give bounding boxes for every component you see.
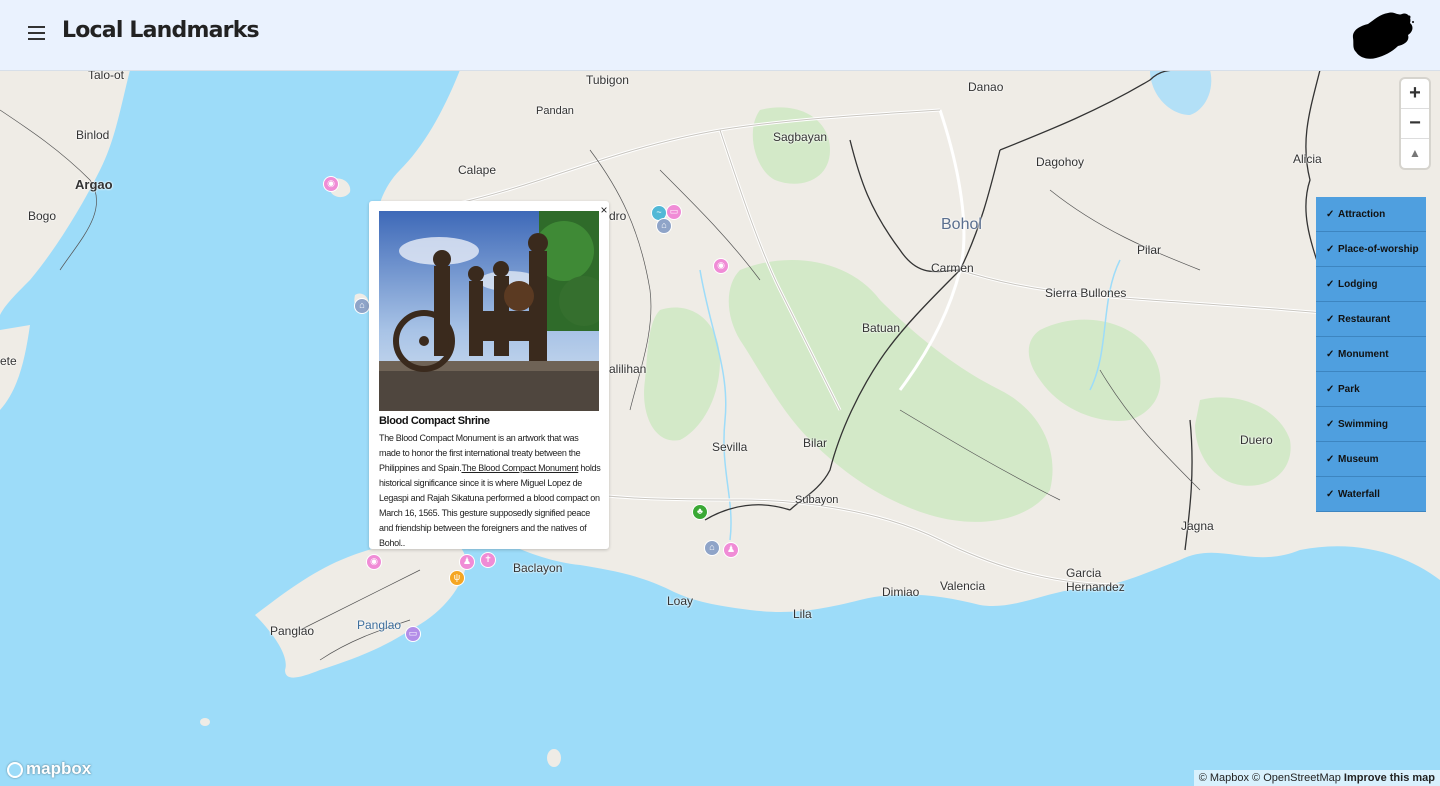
place-label: Dimiao (882, 585, 920, 599)
place-label: Calape (458, 163, 497, 177)
description-text: holds historical significance since it i… (379, 463, 601, 548)
checkmark-icon: ✓ (1326, 419, 1335, 430)
filter-restaurant[interactable]: ✓ Restaurant (1316, 302, 1426, 337)
checkmark-icon: ✓ (1326, 349, 1335, 360)
place-label: Pilar (1137, 243, 1162, 257)
zoom-controls: + − ▲ (1401, 79, 1429, 168)
museum-icon[interactable]: ⌂ (354, 298, 370, 314)
place-label: Jagna (1181, 519, 1214, 533)
checkmark-icon: ✓ (1326, 209, 1335, 220)
checkmark-icon: ✓ (1326, 384, 1335, 395)
church-icon[interactable]: ✝ (480, 552, 496, 568)
place-label: Tubigon (586, 73, 629, 87)
zoom-out-button[interactable]: − (1401, 109, 1429, 139)
top-bar: Local Landmarks (0, 0, 1440, 71)
filter-label: Museum (1338, 454, 1379, 465)
place-label: ete (0, 354, 17, 368)
filter-label: Restaurant (1338, 314, 1391, 325)
close-icon[interactable]: × (599, 203, 609, 217)
landmark-title: Blood Compact Shrine (379, 415, 490, 427)
place-label: dro (609, 209, 627, 223)
zoom-in-button[interactable]: + (1401, 79, 1429, 109)
place-label: Duero (1240, 433, 1273, 447)
filter-label: Attraction (1338, 209, 1386, 220)
place-label: Pandan (536, 105, 574, 117)
filter-label: Monument (1338, 349, 1389, 360)
filter-label: Place-of-worship (1338, 244, 1419, 255)
place-label: Alicia (1293, 152, 1322, 166)
place-label: Sierra Bullones (1045, 286, 1127, 300)
checkmark-icon: ✓ (1326, 314, 1335, 325)
checkmark-icon: ✓ (1326, 244, 1335, 255)
place-label: Bilar (803, 436, 828, 450)
place-label: Bogo (28, 209, 57, 223)
filter-label: Park (1338, 384, 1360, 395)
place-label: Batuan (862, 321, 901, 335)
place-label: Argao (75, 177, 113, 192)
place-label: Sevilla (712, 440, 748, 454)
place-label: Binlod (76, 128, 110, 142)
monument-icon[interactable]: ♟ (459, 554, 475, 570)
place-label: Valencia (940, 579, 986, 593)
checkmark-icon: ✓ (1326, 279, 1335, 290)
museum-icon[interactable]: ⌂ (704, 540, 720, 556)
compass-icon[interactable]: ▲ (1401, 139, 1429, 168)
mapbox-ring-icon (7, 761, 23, 778)
hamburger-icon[interactable] (22, 22, 50, 50)
province-label: Bohol (941, 216, 982, 233)
place-label: Dagohoy (1036, 155, 1085, 169)
filter-waterfall[interactable]: ✓ Waterfall (1316, 477, 1426, 512)
bed-icon[interactable]: ▭ (666, 204, 682, 220)
filter-attraction[interactable]: ✓ Attraction (1316, 197, 1426, 232)
place-label: Lila (793, 607, 812, 621)
filter-swimming[interactable]: ✓ Swimming (1316, 407, 1426, 442)
bed-icon[interactable]: ▭ (405, 626, 421, 642)
filter-park[interactable]: ✓ Park (1316, 372, 1426, 407)
place-label: Sagbayan (773, 130, 828, 144)
place-label: alilihan (609, 362, 647, 376)
mapbox-logo[interactable]: mapbox (7, 759, 91, 779)
attribution-text: © Mapbox © OpenStreetMap (1198, 772, 1341, 784)
place-label: Panglao (357, 618, 402, 632)
landmark-photo (379, 211, 599, 411)
restaurant-icon[interactable]: ψ (449, 570, 465, 586)
place-label: Panglao (270, 624, 315, 638)
bohol-island-icon (1350, 8, 1416, 67)
checkmark-icon: ✓ (1326, 454, 1335, 465)
category-filter-list: ✓ Attraction ✓ Place-of-worship ✓ Lodging ✓… (1316, 197, 1426, 512)
filter-place-of-worship[interactable]: ✓ Place-of-worship (1316, 232, 1426, 267)
camera-icon[interactable]: ◉ (713, 258, 729, 274)
place-label: Garcia Hernandez (1066, 566, 1125, 594)
place-label: Loay (667, 594, 694, 608)
place-label: Danao (968, 80, 1004, 94)
landmark-description: The Blood Compact Monument is an artwork… (379, 431, 601, 551)
landmark-popup: × Blood Compact Shrine The Blood Compact… (369, 201, 609, 549)
filter-label: Swimming (1338, 419, 1389, 430)
page-title: Local Landmarks (62, 18, 260, 43)
camera-icon[interactable]: ◉ (366, 554, 382, 570)
place-label: Baclayon (513, 561, 563, 575)
mapbox-wordmark: mapbox (26, 759, 92, 778)
improve-map-link[interactable]: Improve this map (1344, 772, 1435, 784)
camera-icon[interactable]: ◉ (323, 176, 339, 192)
filter-museum[interactable]: ✓ Museum (1316, 442, 1426, 477)
filter-label: Lodging (1338, 279, 1378, 290)
place-label: Carmen (931, 261, 974, 275)
place-label: Subayon (795, 494, 839, 506)
monument-icon[interactable]: ♟ (723, 542, 739, 558)
filter-label: Waterfall (1338, 489, 1380, 500)
checkmark-icon: ✓ (1326, 489, 1335, 500)
map-attribution: © Mapbox © OpenStreetMap Improve this ma… (1193, 770, 1440, 786)
tree-icon[interactable]: ♣ (692, 504, 708, 520)
filter-monument[interactable]: ✓ Monument (1316, 337, 1426, 372)
filter-lodging[interactable]: ✓ Lodging (1316, 267, 1426, 302)
landmark-link[interactable]: The Blood Compact Monument (461, 463, 578, 473)
map-canvas[interactable]: Talo-ot Binlod Argao Bogo ete Tubigon Pa… (0, 68, 1440, 786)
museum-icon[interactable]: ⌂ (656, 218, 672, 234)
app-root: Local Landmarks Talo-ot Binlod Argao Bog… (0, 0, 1440, 786)
